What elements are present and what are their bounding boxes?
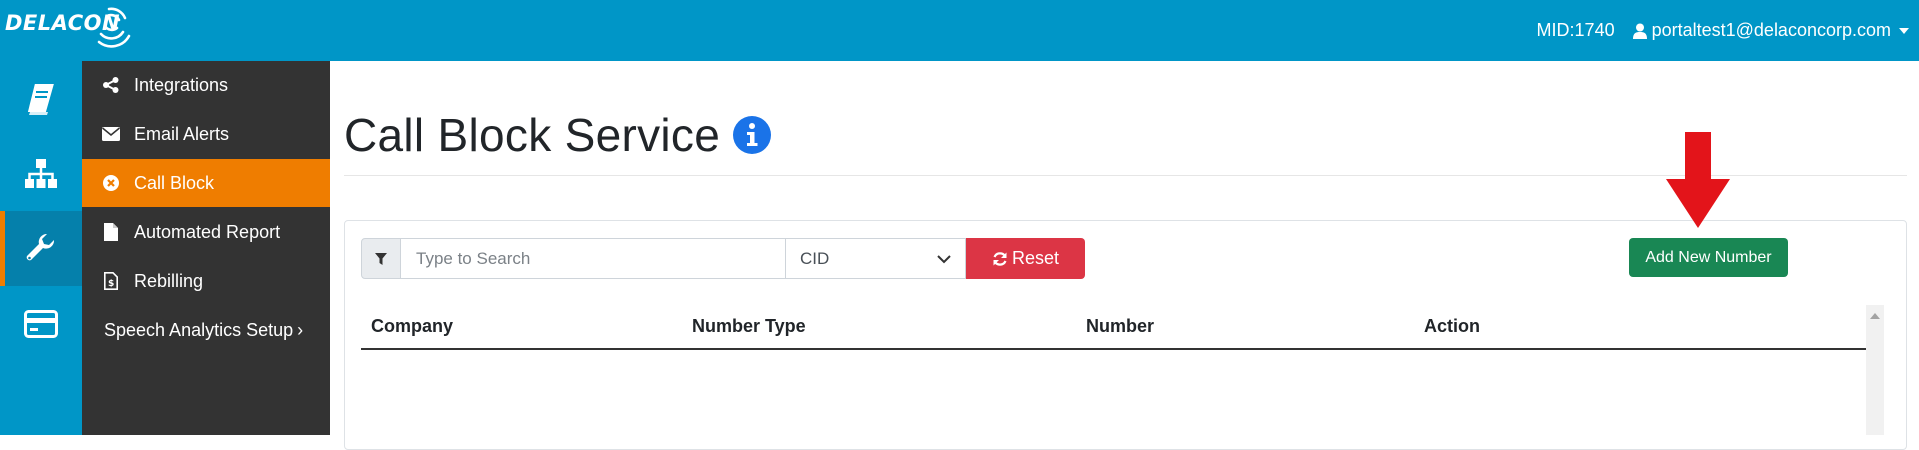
refresh-icon bbox=[993, 251, 1007, 266]
search-field-select[interactable]: CID bbox=[785, 238, 966, 279]
times-circle-icon bbox=[102, 174, 120, 192]
red-arrow-annotation bbox=[1666, 132, 1730, 228]
wrench-icon bbox=[26, 233, 55, 260]
subnav-item-label: Call Block bbox=[134, 172, 215, 193]
top-bar: DELACON MID:1740 portaltest1@delaconcorp… bbox=[0, 0, 1919, 61]
share-icon bbox=[102, 76, 120, 94]
column-header-number: Number bbox=[1086, 316, 1155, 336]
scroll-up-icon[interactable] bbox=[1870, 313, 1880, 319]
rail-item-sitemap[interactable] bbox=[0, 136, 82, 211]
table-header-divider bbox=[361, 348, 1866, 350]
subnav-item-label: Integrations bbox=[134, 74, 229, 95]
merchant-id: MID:1740 bbox=[1536, 20, 1615, 40]
sitemap-icon bbox=[25, 158, 57, 188]
rail-item-tools[interactable] bbox=[0, 211, 82, 286]
subnav-item-label: Email Alerts bbox=[134, 123, 230, 144]
signal-waves-icon bbox=[97, 7, 131, 48]
credit-card-icon bbox=[24, 309, 58, 338]
user-icon bbox=[1632, 23, 1647, 39]
user-menu[interactable]: portaltest1@delaconcorp.com bbox=[1632, 20, 1919, 41]
search-input[interactable] bbox=[400, 238, 786, 279]
rail-item-billing[interactable] bbox=[0, 286, 82, 361]
select-value: CID bbox=[800, 248, 830, 268]
table-scrollbar[interactable] bbox=[1866, 305, 1884, 435]
filter-icon bbox=[375, 252, 387, 265]
chevron-down-icon bbox=[937, 255, 951, 264]
info-icon[interactable] bbox=[733, 116, 772, 154]
subnav-item-automated-report[interactable]: Automated Report bbox=[82, 208, 330, 256]
reset-label: Reset bbox=[1011, 248, 1060, 268]
user-email: portaltest1@delaconcorp.com bbox=[1651, 20, 1891, 40]
subnav-item-label: Automated Report bbox=[134, 221, 281, 242]
page-title: Call Block Service bbox=[344, 108, 772, 162]
caret-down-icon bbox=[1899, 27, 1909, 34]
add-new-number-button[interactable]: Add New Number bbox=[1629, 238, 1788, 277]
subnav-item-label: Speech Analytics Setup bbox=[104, 319, 294, 340]
reset-button[interactable]: Reset bbox=[966, 238, 1085, 279]
add-new-number-label: Add New Number bbox=[1645, 248, 1772, 266]
file-invoice-icon: $ bbox=[102, 272, 120, 290]
subnav-item-speech-analytics[interactable]: Speech Analytics Setup › bbox=[82, 306, 330, 354]
settings-subnav: Integrations Email Alerts Call Block Aut… bbox=[82, 61, 330, 435]
subnav-item-label: Rebilling bbox=[134, 270, 204, 291]
icon-rail bbox=[0, 61, 82, 435]
envelope-icon bbox=[102, 125, 120, 143]
filter-button[interactable] bbox=[361, 238, 401, 279]
file-icon bbox=[102, 223, 120, 241]
delacon-logo[interactable]: DELACON bbox=[5, 6, 145, 56]
subnav-item-integrations[interactable]: Integrations bbox=[82, 61, 330, 109]
subnav-item-rebilling[interactable]: $ Rebilling bbox=[82, 257, 330, 305]
book-icon bbox=[27, 83, 54, 115]
subnav-item-call-block[interactable]: Call Block bbox=[82, 159, 330, 207]
page-title-text: Call Block Service bbox=[344, 109, 721, 161]
column-header-number-type: Number Type bbox=[692, 316, 806, 336]
column-header-action: Action bbox=[1424, 316, 1480, 336]
column-header-company: Company bbox=[371, 316, 454, 336]
subnav-item-email-alerts[interactable]: Email Alerts bbox=[82, 110, 330, 158]
chevron-right-icon: › bbox=[297, 319, 304, 340]
svg-text:$: $ bbox=[108, 279, 114, 289]
rail-item-book[interactable] bbox=[0, 61, 82, 136]
